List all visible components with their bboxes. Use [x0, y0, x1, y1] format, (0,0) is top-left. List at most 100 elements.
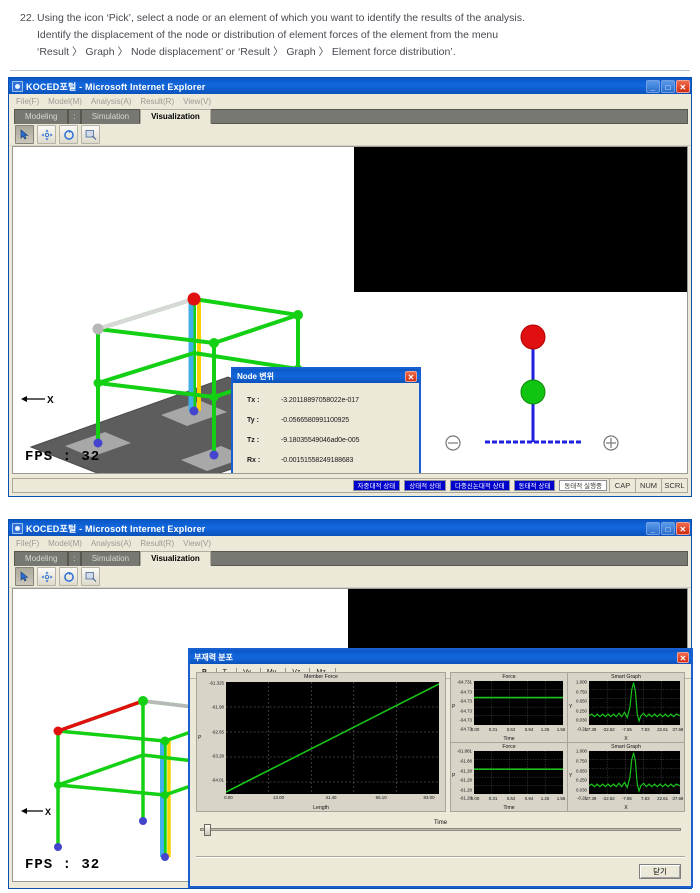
- xtick: -37.39: [583, 796, 597, 801]
- subchart-row-bottom: Force P Time -61.881 -61.88 -61.28 -61.2…: [451, 742, 684, 812]
- menu-item-file[interactable]: File(F): [16, 97, 39, 106]
- menu-item-model[interactable]: Model(M): [48, 97, 82, 106]
- menu-item-view[interactable]: View(V): [183, 97, 211, 106]
- force-dialog-close-icon[interactable]: ✕: [677, 651, 689, 663]
- force-chart-bottom: Force P Time -61.881 -61.88 -61.28 -61.2…: [451, 742, 568, 811]
- xtick: 0.62: [506, 796, 516, 801]
- xtick: 0.31: [488, 796, 498, 801]
- node-value-tz: -9.18035549046ad0e-005: [281, 437, 360, 444]
- tab-separator-2: :: [68, 551, 81, 566]
- node-dialog-close-icon[interactable]: ✕: [405, 370, 417, 382]
- force-bottom-xticks: 0.00 0.31 0.62 0.94 1.25 1.56: [467, 796, 567, 803]
- close-button-2[interactable]: ✕: [676, 521, 690, 535]
- ytick: 0.650: [576, 698, 587, 704]
- node-dialog-titlebar[interactable]: Node 변위 ✕: [233, 369, 419, 383]
- xtick: 0.00: [470, 726, 480, 732]
- force-dialog-close-button[interactable]: 닫기: [639, 864, 681, 879]
- tab-modeling-2[interactable]: Modeling: [14, 551, 69, 566]
- tab-separator: :: [68, 109, 81, 124]
- zoom-icon[interactable]: [81, 125, 100, 144]
- smart-top-yticks: 1.000 0.750 0.650 0.250 0.030 -0.21: [568, 679, 587, 731]
- window2-titlebar[interactable]: KOCED포털 - Microsoft Internet Explorer _ …: [9, 520, 691, 536]
- xtick: 0.31: [488, 726, 498, 732]
- pick-arrow-icon-2[interactable]: [15, 567, 34, 586]
- menu-item-file-2[interactable]: File(F): [16, 539, 39, 548]
- menu-item-result-2[interactable]: Result(R): [140, 539, 174, 548]
- node-label-rx: Rx :: [247, 457, 261, 464]
- menu-item-analysis-2[interactable]: Analysis(A): [91, 539, 131, 548]
- menu-item-analysis[interactable]: Analysis(A): [91, 97, 131, 106]
- xtick: 13.00: [273, 795, 285, 800]
- xtick: 83.00: [423, 795, 435, 800]
- status-scrl-indicator: SCRL: [661, 479, 687, 492]
- rotate-icon-2[interactable]: [59, 567, 78, 586]
- xtick: 0.00: [224, 795, 233, 800]
- window-title: KOCED포털 - Microsoft Internet Explorer: [26, 81, 206, 92]
- tab-visualization[interactable]: Visualization: [140, 109, 211, 124]
- ytick: 0.650: [576, 768, 587, 774]
- ytick: -62.65: [211, 729, 224, 735]
- rotate-icon[interactable]: [59, 125, 78, 144]
- ytick: -61.325: [209, 680, 224, 686]
- member-force-yticks: -61.325 -61.98 -62.65 -63.28 -64.01: [197, 681, 224, 791]
- status-field: 동태적 실행중: [559, 480, 607, 491]
- xtick: 65.10: [375, 795, 387, 800]
- menu-bar-2: File(F) Model(M) Analysis(A) Result(R) V…: [9, 536, 691, 550]
- pan-icon[interactable]: [37, 125, 56, 144]
- xtick: -7.85: [621, 726, 632, 732]
- tabstrip-filler: [210, 109, 688, 124]
- time-slider-label: Time: [433, 820, 448, 826]
- window-titlebar[interactable]: KOCED포털 - Microsoft Internet Explorer _ …: [9, 78, 691, 94]
- xtick: 37.69: [672, 796, 684, 801]
- node-value-tx: -3.20118897058022e-017: [281, 397, 359, 404]
- close-button[interactable]: ✕: [676, 79, 690, 93]
- visualization-viewport[interactable]: X FPS : 32 Node 변위 ✕ Tx : -3.20118897058…: [12, 146, 688, 474]
- node-displacement-graph: [445, 324, 619, 451]
- zoom-icon-2[interactable]: [81, 567, 100, 586]
- pan-icon-2[interactable]: [37, 567, 56, 586]
- status-num-indicator: NUM: [635, 479, 661, 492]
- force-bottom-yticks: -61.881 -61.88 -61.28 -61.28 -61.28 -61.…: [451, 749, 472, 801]
- tab-visualization-2[interactable]: Visualization: [140, 551, 211, 566]
- instruction-line-1: 22. Using the icon ‘Pick’, select a node …: [20, 10, 686, 27]
- instruction-number: 22.: [20, 12, 35, 24]
- view-toolbar-2: [9, 566, 691, 588]
- svg-text:X: X: [45, 807, 51, 817]
- node-displacement-dialog: Node 변위 ✕ Tx : -3.20118897058022e-017 Ty…: [231, 367, 421, 473]
- ytick: -61.98: [211, 704, 224, 710]
- time-slider-track[interactable]: [200, 824, 681, 836]
- menu-item-model-2[interactable]: Model(M): [48, 539, 82, 548]
- smart-bottom-xlabel: X: [624, 805, 628, 811]
- minimize-button-2[interactable]: _: [646, 521, 660, 535]
- ytick: 0.250: [576, 777, 587, 783]
- ie-logo-icon-2: [12, 522, 23, 534]
- ytick: -64.73: [459, 689, 472, 695]
- tabstrip-filler-2: [210, 551, 688, 566]
- ytick: -64.73: [459, 717, 472, 723]
- status-item-4: 동태적 상태: [513, 480, 556, 491]
- minimize-button[interactable]: _: [646, 79, 660, 93]
- pick-arrow-icon[interactable]: [15, 125, 34, 144]
- smart-graph-bottom: Smart Graph Y X 1.000 0.750 0.650 0.250 …: [568, 743, 684, 812]
- menu-item-view-2[interactable]: View(V): [183, 539, 211, 548]
- instruction-divider: [10, 70, 690, 71]
- instruction-text-3: ‘Result 〉 Graph 〉 Node displacement’ or …: [37, 46, 456, 58]
- ytick: 0.030: [576, 717, 587, 723]
- tab-modeling[interactable]: Modeling: [14, 109, 69, 124]
- ie-logo-icon: [12, 80, 23, 92]
- tab-simulation-2[interactable]: Simulation: [80, 551, 141, 566]
- maximize-button-2[interactable]: □: [661, 521, 675, 535]
- force-dialog-titlebar[interactable]: 부재력 분포 ✕: [190, 650, 691, 664]
- xtick: -22.62: [602, 726, 615, 732]
- time-slider-thumb[interactable]: [204, 824, 211, 836]
- xtick: 0.94: [524, 796, 534, 801]
- ytick: 0.030: [576, 787, 587, 793]
- menu-item-result[interactable]: Result(R): [140, 97, 174, 106]
- tab-simulation[interactable]: Simulation: [80, 109, 141, 124]
- node-row-ty: Ty : -0.0566580991100925: [247, 417, 419, 424]
- member-force-title: Member Force: [304, 674, 338, 680]
- smart-top-xlabel: X: [624, 735, 628, 742]
- maximize-button[interactable]: □: [661, 79, 675, 93]
- xtick: 22.61: [657, 796, 669, 801]
- ytick: 0.250: [576, 708, 587, 714]
